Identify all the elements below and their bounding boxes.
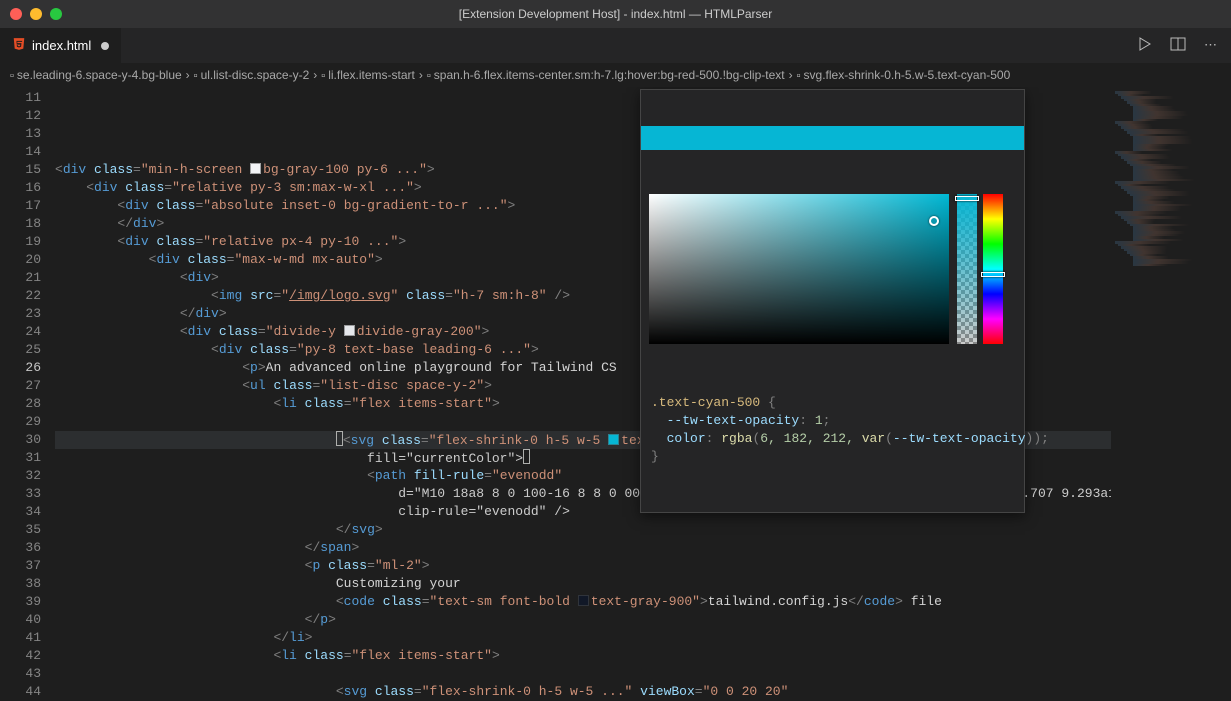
alpha-thumb-icon[interactable] xyxy=(955,196,979,201)
line-number[interactable]: 23 xyxy=(0,305,41,323)
editor-actions: ⋯ xyxy=(1122,28,1231,63)
color-swatch-icon xyxy=(344,325,355,336)
minimap[interactable] xyxy=(1111,87,1231,700)
line-number[interactable]: 35 xyxy=(0,521,41,539)
line-number[interactable]: 40 xyxy=(0,611,41,629)
tab-bar: index.html ⋯ xyxy=(0,28,1231,63)
line-number[interactable]: 31 xyxy=(0,449,41,467)
code-line[interactable]: </span> xyxy=(55,539,1111,557)
line-number[interactable]: 24 xyxy=(0,323,41,341)
saturation-cursor-icon[interactable] xyxy=(929,216,939,226)
unsaved-indicator-icon xyxy=(101,42,109,50)
breadcrumb-item[interactable]: ▫li.flex.items-start xyxy=(321,68,415,82)
color-swatch-icon xyxy=(578,595,589,606)
line-number[interactable]: 44 xyxy=(0,683,41,701)
line-number[interactable]: 30 xyxy=(0,431,41,449)
window-titlebar: [Extension Development Host] - index.htm… xyxy=(0,0,1231,28)
chevron-right-icon: › xyxy=(419,68,423,82)
line-number[interactable]: 17 xyxy=(0,197,41,215)
editor-area: 1112131415161718192021222324252627282930… xyxy=(0,87,1231,700)
symbol-icon: ▫ xyxy=(321,70,325,82)
tab-filename: index.html xyxy=(32,38,91,53)
line-number[interactable]: 12 xyxy=(0,107,41,125)
line-number[interactable]: 33 xyxy=(0,485,41,503)
line-number[interactable]: 15 xyxy=(0,161,41,179)
line-number[interactable]: 14 xyxy=(0,143,41,161)
html-file-icon xyxy=(12,37,26,54)
line-number[interactable]: 43 xyxy=(0,665,41,683)
window-title: [Extension Development Host] - index.htm… xyxy=(0,7,1231,21)
color-picker-hover[interactable]: .text-cyan-500 { --tw-text-opacity: 1; c… xyxy=(640,89,1025,513)
symbol-icon: ▫ xyxy=(194,70,198,82)
code-line[interactable]: <code class="text-sm font-bold text-gray… xyxy=(55,593,1111,611)
line-number[interactable]: 11 xyxy=(0,89,41,107)
code-line[interactable] xyxy=(55,665,1111,683)
chevron-right-icon: › xyxy=(186,68,190,82)
line-number[interactable]: 26 xyxy=(0,359,41,377)
hue-thumb-icon[interactable] xyxy=(981,272,1005,277)
line-number[interactable]: 36 xyxy=(0,539,41,557)
breadcrumb-item[interactable]: ▫span.h-6.flex.items-center.sm:h-7.lg:ho… xyxy=(427,68,785,82)
run-icon[interactable] xyxy=(1136,36,1152,56)
line-number[interactable]: 39 xyxy=(0,593,41,611)
code-line[interactable]: <p class="ml-2"> xyxy=(55,557,1111,575)
code-editor[interactable]: .text-cyan-500 { --tw-text-opacity: 1; c… xyxy=(55,87,1111,700)
editor-tab[interactable]: index.html xyxy=(0,28,122,63)
line-number[interactable]: 19 xyxy=(0,233,41,251)
color-css-preview: .text-cyan-500 { --tw-text-opacity: 1; c… xyxy=(641,388,1024,476)
symbol-icon: ▫ xyxy=(10,70,14,82)
more-actions-icon[interactable]: ⋯ xyxy=(1204,38,1217,53)
code-line[interactable]: Customizing your xyxy=(55,575,1111,593)
line-number[interactable]: 16 xyxy=(0,179,41,197)
line-number[interactable]: 25 xyxy=(0,341,41,359)
chevron-right-icon: › xyxy=(313,68,317,82)
color-preview-bar[interactable] xyxy=(641,126,1024,150)
line-number[interactable]: 29 xyxy=(0,413,41,431)
alpha-slider[interactable] xyxy=(957,194,977,344)
line-number[interactable]: 37 xyxy=(0,557,41,575)
code-line[interactable]: </svg> xyxy=(55,521,1111,539)
line-number-gutter[interactable]: 1112131415161718192021222324252627282930… xyxy=(0,87,55,700)
breadcrumb-bar[interactable]: ▫se.leading-6.space-y-4.bg-blue›▫ul.list… xyxy=(0,63,1231,87)
line-number[interactable]: 34 xyxy=(0,503,41,521)
code-line[interactable]: <svg class="flex-shrink-0 h-5 w-5 ..." v… xyxy=(55,683,1111,700)
line-number[interactable]: 27 xyxy=(0,377,41,395)
code-line[interactable]: <li class="flex items-start"> xyxy=(55,647,1111,665)
breadcrumb-item[interactable]: ▫se.leading-6.space-y-4.bg-blue xyxy=(10,68,182,82)
hue-slider[interactable] xyxy=(983,194,1003,344)
color-swatch-icon xyxy=(250,163,261,174)
line-number[interactable]: 20 xyxy=(0,251,41,269)
line-number[interactable]: 21 xyxy=(0,269,41,287)
line-number[interactable]: 42 xyxy=(0,647,41,665)
breadcrumb-item[interactable]: ▫ul.list-disc.space-y-2 xyxy=(194,68,310,82)
color-swatch-icon xyxy=(608,434,619,445)
symbol-icon: ▫ xyxy=(427,70,431,82)
text-cursor-icon xyxy=(336,431,343,446)
text-cursor-icon xyxy=(523,449,530,464)
line-number[interactable]: 28 xyxy=(0,395,41,413)
code-line[interactable]: </li> xyxy=(55,629,1111,647)
symbol-icon: ▫ xyxy=(797,70,801,82)
line-number[interactable]: 38 xyxy=(0,575,41,593)
breadcrumb-item[interactable]: ▫svg.flex-shrink-0.h-5.w-5.text-cyan-500 xyxy=(797,68,1011,82)
code-line[interactable]: </p> xyxy=(55,611,1111,629)
saturation-picker[interactable] xyxy=(649,194,949,344)
line-number[interactable]: 22 xyxy=(0,287,41,305)
line-number[interactable]: 18 xyxy=(0,215,41,233)
line-number[interactable]: 41 xyxy=(0,629,41,647)
split-editor-icon[interactable] xyxy=(1170,36,1186,56)
chevron-right-icon: › xyxy=(789,68,793,82)
line-number[interactable]: 13 xyxy=(0,125,41,143)
line-number[interactable]: 32 xyxy=(0,467,41,485)
